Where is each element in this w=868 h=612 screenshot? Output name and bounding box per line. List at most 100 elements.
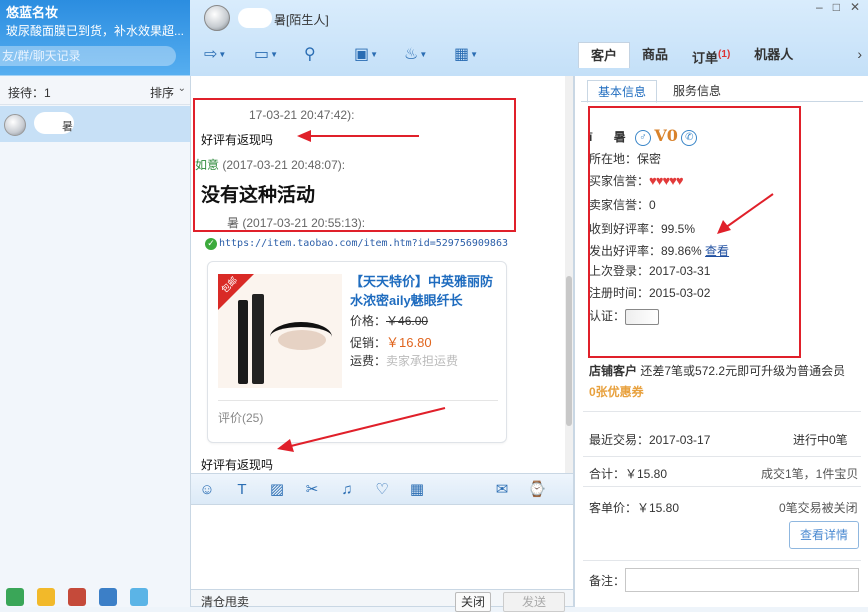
search-input[interactable] [0,46,176,66]
card-divider [218,400,498,401]
annotation-box [193,98,516,232]
scrollbar-thumb[interactable] [566,276,572,426]
eyelash-illustration [270,322,332,352]
store-icon[interactable] [68,588,86,606]
contact-name: 暑 [62,121,73,133]
close-icon[interactable]: ✕ [850,0,860,14]
note-input[interactable] [625,568,859,592]
customer-panel: 基本信息 服务信息 ī 暑 ♂ V0 ✆ 所在地：保密 买家信誉：♥♥♥♥♥ 卖… [574,76,868,607]
right-tabs: 客户 商品 订单(1) 机器人 [578,42,805,68]
total-amount: 合计：￥15.80 [589,467,668,481]
unit-price: 客单价：￥15.80 [589,501,680,515]
screen-share-button[interactable]: ▣ ▼ [354,42,390,66]
alert-button[interactable]: ♨ ▼ [404,42,440,66]
message-input[interactable] [190,505,574,589]
forward-icon: ⇨ [204,46,218,63]
annotation-arrow [297,130,419,142]
chevron-down-icon: ▼ [270,49,279,59]
chevron-down-icon: ▼ [370,49,379,59]
transfer-button[interactable]: ⇨ ▼ [204,42,240,66]
notes-icon[interactable] [37,588,55,606]
avatar [4,114,26,136]
tab-basic-info[interactable]: 基本信息 [587,80,658,103]
chevron-down-icon[interactable]: ⌄ [178,83,186,94]
tab-service-info[interactable]: 服务信息 [663,80,731,103]
calculator-icon[interactable]: ▦ [407,480,427,498]
shop-signature[interactable]: 玻尿酸面膜已到货，补水效果超... [6,22,190,39]
video-button[interactable]: ▭ ▼ [254,42,290,66]
input-footer: 清仓甩卖 关闭 发送 [190,589,574,612]
message-text: 好评有返现吗 [201,458,274,472]
alarm-icon: ♨ [404,46,419,63]
chat-avatar[interactable] [204,5,230,31]
product-image[interactable]: 包邮 [218,274,342,388]
shop-customer-row: 店铺客户 还差7笔或572.2元即可升级为普通会员 [589,364,846,378]
quick-reply-icon[interactable]: ✉ [492,480,512,498]
clearance-label: 清仓甩卖 [201,595,250,609]
price-row: 价格：￥46.00 [350,314,429,328]
maximize-icon[interactable]: □ [833,0,840,14]
section-divider [583,456,861,457]
stranger-tag: [陌生人] [286,13,329,27]
chat-name: 暑 [274,13,287,27]
schedule-button[interactable]: ▦ ▼ [454,42,490,66]
chevron-down-icon: ▼ [218,49,227,59]
promo-price: ￥16.80 [386,335,432,350]
image-icon[interactable]: ▨ [267,480,287,498]
history-icon[interactable]: ⌚ [527,480,547,498]
coupon-count[interactable]: 0张优惠券 [589,383,644,400]
chevron-down-icon: ▼ [470,49,479,59]
more-icon[interactable]: › [857,46,862,62]
help-icon[interactable] [130,588,148,606]
window-controls: – □ ✕ [816,0,860,14]
font-icon[interactable]: T [232,481,252,498]
monitor-icon: ▣ [354,46,370,63]
promo-row: 促销：￥16.80 [350,335,432,350]
grid-app-icon[interactable] [99,588,117,606]
verified-check-icon: ✓ [205,238,217,250]
close-button[interactable]: 关闭 [455,592,491,612]
sort-button[interactable]: 排序 [150,84,174,101]
add-contact-button[interactable]: ⚲ [304,42,340,66]
chat-history[interactable]: 17-03-21 20:47:42): 好评有返现吗 如意 (2017-03-2… [190,76,574,473]
review-count[interactable]: 评价(25) [218,409,263,426]
original-price: ￥46.00 [386,314,429,328]
shipping-value: 卖家承担运费 [386,354,459,368]
reception-bar: 接待：1 排序 ⌄ [0,77,190,105]
section-divider [583,560,861,561]
chat-toolbar: ⇨ ▼ ▭ ▼ ⚲ ▣ ▼ ♨ ▼ ▦ ▼ [204,42,490,66]
shop-name: 悠蓝名妆 [6,5,59,20]
closed-deals: 0笔交易被关闭 [779,501,858,515]
tab-customer[interactable]: 客户 [578,42,631,68]
tab-orders[interactable]: 订单(1) [680,42,742,68]
annotation-arrow [717,193,774,234]
minimize-icon[interactable]: – [816,0,823,14]
send-button[interactable]: 发送 [503,592,565,612]
add-user-icon: ⚲ [304,46,316,63]
section-divider [583,411,861,412]
camera-icon: ▭ [254,46,270,63]
mascara-tube [238,300,248,384]
deal-count: 成交1笔，1件宝贝 [761,467,859,481]
shake-icon[interactable]: ♫ [337,481,357,498]
section-divider [583,486,861,487]
product-title[interactable]: 【天天特价】中英雅丽防水浓密aily魅眼纤长 [350,272,500,310]
shipping-row: 运费：卖家承担运费 [350,354,459,368]
chat-name-redacted [238,8,272,28]
book-icon[interactable] [6,588,24,606]
emoji-icon[interactable]: ☺ [197,481,217,498]
order-count-badge: (1) [718,49,731,60]
view-details-button[interactable]: 查看详情 [789,521,859,549]
customer-tabs: 基本信息 服务信息 [587,80,731,103]
heart-icon[interactable]: ♡ [372,480,392,498]
product-link[interactable]: ✓ https://item.taobao.com/item.htm?id=529… [205,238,508,250]
contact-list-item[interactable]: 暑 [0,106,190,142]
calendar-icon: ▦ [454,46,470,63]
tab-product[interactable]: 商品 [630,42,680,68]
chevron-down-icon: ▼ [419,49,428,59]
scissors-icon[interactable]: ✂ [302,480,322,498]
left-panel: 悠蓝名妆 玻尿酸面膜已到货，补水效果超... 接待：1 排序 ⌄ 暑 [0,0,190,607]
tab-robot[interactable]: 机器人 [742,42,805,68]
chat-scrollbar[interactable] [565,76,573,473]
app-dock [0,588,190,607]
